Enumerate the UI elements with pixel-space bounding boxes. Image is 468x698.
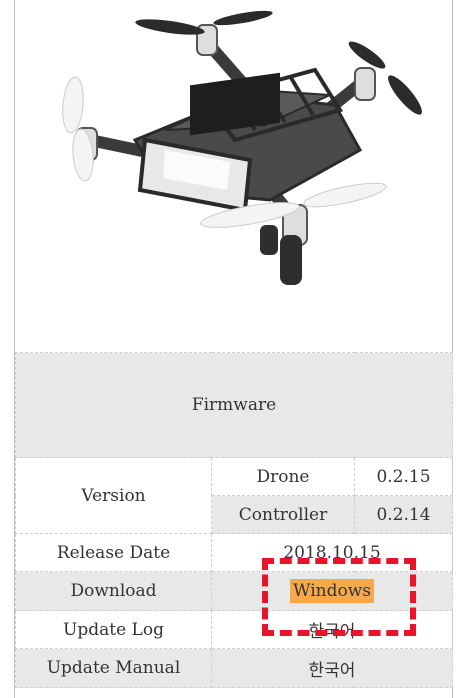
drone-version: 0.2.15 (354, 457, 453, 496)
update-manual-link[interactable]: 한국어 (211, 648, 453, 688)
firmware-header: Firmware (15, 352, 453, 458)
release-date-label: Release Date (15, 533, 212, 572)
product-image (15, 0, 452, 352)
drone-label: Drone (211, 457, 355, 496)
update-log-link[interactable]: 한국어 (211, 610, 453, 649)
download-cell: Windows (211, 571, 453, 611)
controller-version: 0.2.14 (354, 495, 453, 534)
update-manual-label: Update Manual (15, 648, 212, 688)
firmware-table: Firmware Version Drone 0.2.15 Controller… (15, 352, 453, 688)
release-date-value: 2018.10.15 (211, 533, 453, 572)
version-label: Version (15, 457, 212, 534)
windows-download-button[interactable]: Windows (290, 579, 374, 603)
update-log-label: Update Log (15, 610, 212, 649)
download-label: Download (15, 571, 212, 611)
controller-label: Controller (211, 495, 355, 534)
